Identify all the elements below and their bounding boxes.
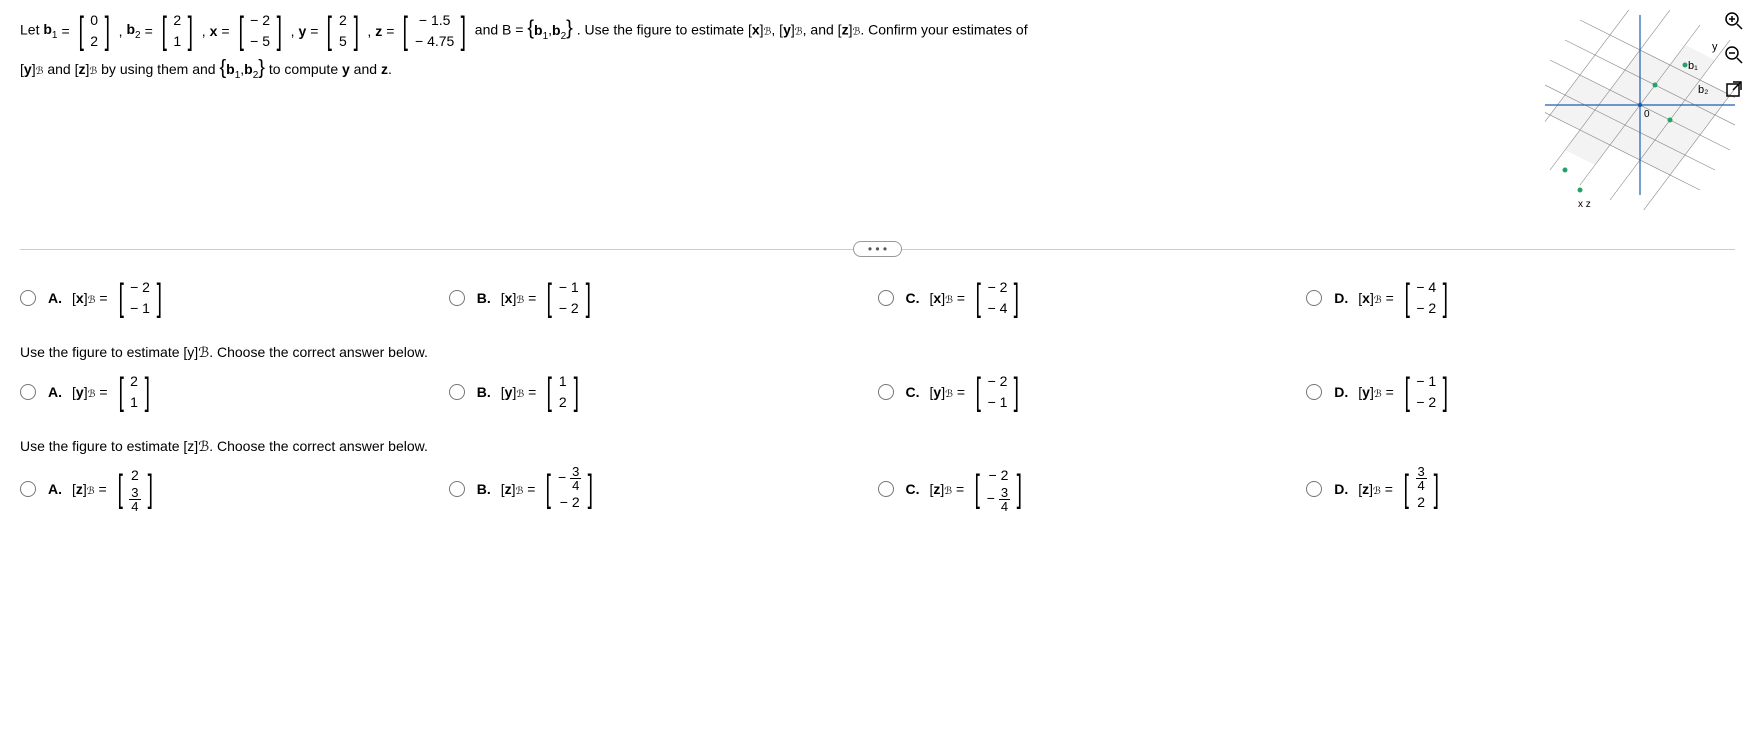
q3-radio-a[interactable] [20, 481, 36, 497]
svg-text:0: 0 [1644, 109, 1650, 120]
q2-radio-d[interactable] [1306, 384, 1322, 400]
section-divider: • • • [20, 240, 1735, 257]
q1-option-d[interactable]: D. [x]ℬ = [− 4− 2] [1306, 277, 1735, 319]
q2-option-c[interactable]: C. [y]ℬ = [− 2− 1] [878, 371, 1307, 413]
q1-radio-b[interactable] [449, 290, 465, 306]
q3-option-c[interactable]: C. [z]ℬ = [ − 2 − 34 ] [878, 465, 1307, 513]
svg-text:x z: x z [1578, 199, 1591, 210]
q2-option-b[interactable]: B. [y]ℬ = [12] [449, 371, 878, 413]
q3-option-a[interactable]: A. [z]ℬ = [ 2 34 ] [20, 465, 449, 513]
q3-radio-c[interactable] [878, 481, 894, 497]
question-2-options: A. [y]ℬ = [21] B. [y]ℬ = [12] C. [y]ℬ = … [20, 371, 1735, 413]
zoom-out-icon[interactable] [1723, 44, 1745, 66]
q1-option-c[interactable]: C. [x]ℬ = [− 2− 4] [878, 277, 1307, 319]
question-2-text: Use the figure to estimate [y]ℬ. Choose … [20, 344, 1735, 361]
matrix-b2: [ 21 ] [159, 10, 196, 52]
expand-button[interactable]: • • • [853, 241, 902, 257]
q3-option-d[interactable]: D. [z]ℬ = [ 34 2 ] [1306, 465, 1735, 513]
matrix-z: [ − 1.5− 4.75 ] [400, 10, 468, 52]
matrix-b1: [ 02 ] [76, 10, 113, 52]
q1-radio-d[interactable] [1306, 290, 1322, 306]
svg-text:b₁: b₁ [1688, 60, 1698, 72]
q2-option-d[interactable]: D. [y]ℬ = [− 1− 2] [1306, 371, 1735, 413]
q1-radio-a[interactable] [20, 290, 36, 306]
popout-icon[interactable] [1723, 78, 1745, 100]
matrix-x: [ − 2− 5 ] [236, 10, 285, 52]
q1-option-a[interactable]: A. [x]ℬ = [− 2− 1] [20, 277, 449, 319]
problem-statement: Let b1 = [ 02 ] , b2 = [ 21 ] , x = [ − … [20, 10, 1525, 84]
matrix-y: [ 25 ] [324, 10, 361, 52]
q1-option-b[interactable]: B. [x]ℬ = [− 1− 2] [449, 277, 878, 319]
q2-radio-a[interactable] [20, 384, 36, 400]
fig-label-y: y [1712, 41, 1718, 53]
zoom-in-icon[interactable] [1723, 10, 1745, 32]
coordinate-figure: y b₁ b₂ 0 x z [1545, 10, 1735, 210]
q1-radio-c[interactable] [878, 290, 894, 306]
q2-radio-c[interactable] [878, 384, 894, 400]
svg-text:b₂: b₂ [1698, 84, 1708, 96]
text-let: Let [20, 22, 43, 38]
q3-option-b[interactable]: B. [z]ℬ = [ − 34 − 2 ] [449, 465, 878, 513]
question-3-options: A. [z]ℬ = [ 2 34 ] B. [z]ℬ = [ − 34 − 2 … [20, 465, 1735, 513]
q2-option-a[interactable]: A. [y]ℬ = [21] [20, 371, 449, 413]
q3-radio-d[interactable] [1306, 481, 1322, 497]
q3-radio-b[interactable] [449, 481, 465, 497]
question-3-text: Use the figure to estimate [z]ℬ. Choose … [20, 438, 1735, 455]
question-1-options: A. [x]ℬ = [− 2− 1] B. [x]ℬ = [− 1− 2] C.… [20, 277, 1735, 319]
q2-radio-b[interactable] [449, 384, 465, 400]
